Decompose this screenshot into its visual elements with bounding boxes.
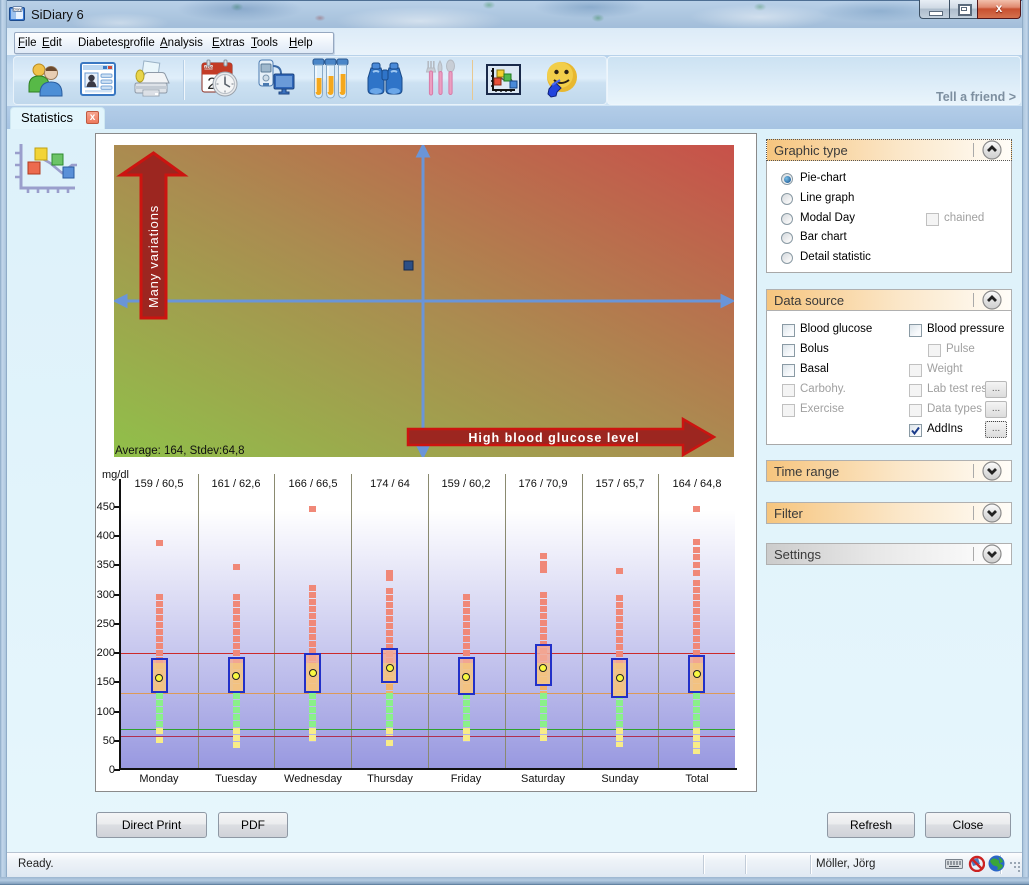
svg-text:Diary: Diary bbox=[14, 7, 22, 11]
svg-text:High blood glucose level: High blood glucose level bbox=[468, 431, 639, 445]
